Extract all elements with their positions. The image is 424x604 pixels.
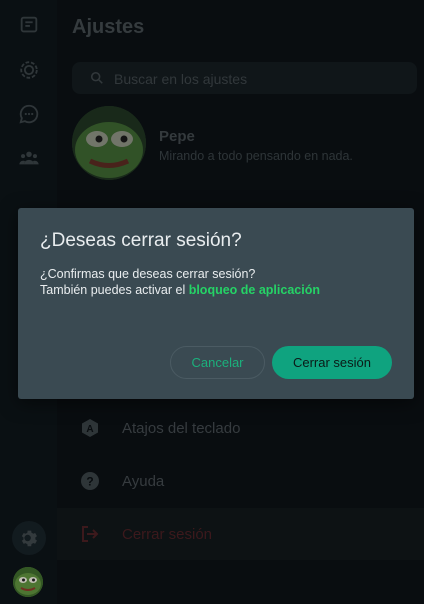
dialog-hint-text: También puedes activar el — [40, 282, 189, 297]
dialog-body: ¿Confirmas que deseas cerrar sesión? Tam… — [40, 267, 400, 298]
logout-dialog: ¿Deseas cerrar sesión? ¿Confirmas que de… — [18, 208, 414, 399]
app-lock-link[interactable]: bloqueo de aplicación — [189, 283, 320, 297]
dialog-message: ¿Confirmas que deseas cerrar sesión? — [40, 267, 256, 281]
dialog-hint: También puedes activar el bloqueo de apl… — [40, 283, 400, 299]
confirm-logout-button[interactable]: Cerrar sesión — [272, 346, 392, 379]
dialog-title: ¿Deseas cerrar sesión? — [40, 230, 242, 251]
cancel-button[interactable]: Cancelar — [170, 346, 265, 379]
